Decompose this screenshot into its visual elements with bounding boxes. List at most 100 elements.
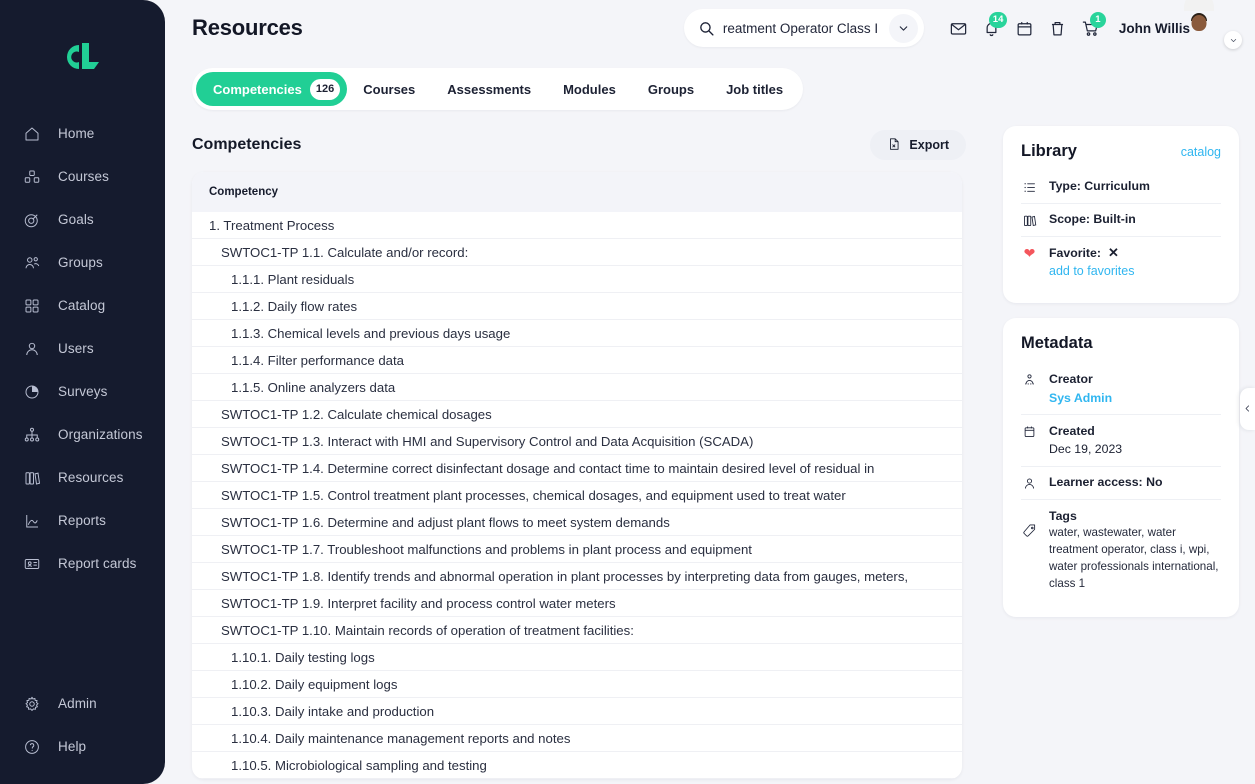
table-row[interactable]: 1.1.4. Filter performance data <box>192 347 962 374</box>
sidebar-item-goals[interactable]: Goals <box>0 198 165 241</box>
tab-job-titles[interactable]: Job titles <box>710 72 799 106</box>
tab-groups[interactable]: Groups <box>632 72 710 106</box>
sidebar-item-label: Users <box>58 341 94 356</box>
tab-assessments[interactable]: Assessments <box>431 72 547 106</box>
table-column-header: Competency <box>192 172 962 212</box>
favorite-body: Favorite: ✕ add to favorites <box>1049 244 1221 278</box>
sidebar-item-groups[interactable]: Groups <box>0 241 165 284</box>
table-row[interactable]: SWTOC1-TP 1.9. Interpret facility and pr… <box>192 590 962 617</box>
grid-icon <box>22 296 41 315</box>
table-row[interactable]: 1.1.1. Plant residuals <box>192 266 962 293</box>
tab-label: Competencies <box>213 81 302 97</box>
sidebar-item-label: Courses <box>58 169 109 184</box>
table-row[interactable]: SWTOC1-TP 1.8. Identify trends and abnor… <box>192 563 962 590</box>
content-split: Competencies Export Competency 1. Treatm… <box>165 110 1255 779</box>
table-row[interactable]: SWTOC1-TP 1.2. Calculate chemical dosage… <box>192 401 962 428</box>
sidebar-item-report-cards[interactable]: Report cards <box>0 542 165 585</box>
table-row[interactable]: SWTOC1-TP 1.7. Troubleshoot malfunctions… <box>192 536 962 563</box>
sidebar-item-catalog[interactable]: Catalog <box>0 284 165 327</box>
creator-value[interactable]: Sys Admin <box>1049 389 1221 407</box>
favorite-label: Favorite: <box>1049 245 1101 260</box>
tab-bar: Competencies 126 Courses Assessments Mod… <box>192 68 804 110</box>
library-card: Library catalog Type: Curriculum Scope: … <box>1003 126 1239 304</box>
sidebar-bottom-nav: Admin Help <box>0 682 165 784</box>
sidebar-item-users[interactable]: Users <box>0 327 165 370</box>
chevron-down-icon[interactable] <box>1224 31 1242 49</box>
library-type-row: Type: Curriculum <box>1021 171 1221 204</box>
pie-chart-icon <box>22 382 41 401</box>
table-row[interactable]: 1.10.4. Daily maintenance management rep… <box>192 725 962 752</box>
search-dropdown-button[interactable] <box>888 13 918 43</box>
table-row[interactable]: 1.1.2. Daily flow rates <box>192 293 962 320</box>
sidebar-item-label: Groups <box>58 255 103 270</box>
sidebar-item-label: Report cards <box>58 556 137 571</box>
export-button[interactable]: Export <box>870 130 966 160</box>
tab-count-badge: 126 <box>309 78 341 100</box>
metadata-tags-row: Tags water, wastewater, water treatment … <box>1021 500 1221 600</box>
org-tree-icon <box>22 425 41 444</box>
catalog-link[interactable]: catalog <box>1181 145 1221 159</box>
add-to-favorites-link[interactable]: add to favorites <box>1049 264 1221 278</box>
section-title: Competencies <box>192 136 302 153</box>
bell-icon[interactable]: 14 <box>975 11 1008 45</box>
sidebar-item-label: Goals <box>58 212 94 227</box>
cart-icon[interactable]: 1 <box>1074 11 1107 45</box>
sidebar-item-admin[interactable]: Admin <box>0 682 165 725</box>
metadata-created-row: Created Dec 19, 2023 <box>1021 415 1221 467</box>
app-logo[interactable] <box>0 26 165 88</box>
favorite-line: Favorite: ✕ <box>1049 244 1221 262</box>
table-row[interactable]: 1.1.3. Chemical levels and previous days… <box>192 320 962 347</box>
sidebar-nav: Home Courses Goals Groups Catalog Users <box>0 112 165 585</box>
avatar[interactable] <box>1184 0 1242 49</box>
creator-icon <box>1021 370 1038 387</box>
sidebar-item-reports[interactable]: Reports <box>0 499 165 542</box>
sidebar-item-resources[interactable]: Resources <box>0 456 165 499</box>
tab-competencies[interactable]: Competencies 126 <box>196 72 348 106</box>
table-row[interactable]: SWTOC1-TP 1.5. Control treatment plant p… <box>192 482 962 509</box>
metadata-card: Metadata Creator Sys Admin Created Dec 1… <box>1003 318 1239 618</box>
cl-logo-icon <box>66 43 99 69</box>
table-row[interactable]: SWTOC1-TP 1.6. Determine and adjust plan… <box>192 509 962 536</box>
table-row[interactable]: 1. Treatment Process <box>192 212 962 239</box>
calendar-icon[interactable] <box>1008 12 1041 45</box>
table-row[interactable]: SWTOC1-TP 1.1. Calculate and/or record: <box>192 239 962 266</box>
heart-icon: ❤ <box>1023 244 1036 261</box>
tab-courses[interactable]: Courses <box>347 72 431 106</box>
learner-access-value: Learner access: No <box>1049 474 1163 489</box>
tabs-row: Competencies 126 Courses Assessments Mod… <box>165 56 1255 110</box>
right-panel: Library catalog Type: Curriculum Scope: … <box>993 110 1255 779</box>
metadata-creator-row: Creator Sys Admin <box>1021 363 1221 415</box>
tab-label: Assessments <box>447 81 532 97</box>
library-scope-value: Scope: Built-in <box>1049 211 1136 226</box>
tab-modules[interactable]: Modules <box>547 72 632 106</box>
table-row[interactable]: SWTOC1-TP 1.10. Maintain records of oper… <box>192 617 962 644</box>
created-body: Created Dec 19, 2023 <box>1049 422 1221 459</box>
table-row[interactable]: 1.10.1. Daily testing logs <box>192 644 962 671</box>
sidebar: Home Courses Goals Groups Catalog Users <box>0 0 165 784</box>
user-menu[interactable]: John Willis <box>1119 0 1242 49</box>
created-value: Dec 19, 2023 <box>1049 442 1123 457</box>
library-scope-row: Scope: Built-in <box>1021 204 1221 237</box>
sidebar-item-help[interactable]: Help <box>0 725 165 768</box>
table-row[interactable]: SWTOC1-TP 1.3. Interact with HMI and Sup… <box>192 428 962 455</box>
search-box[interactable] <box>683 9 924 47</box>
sidebar-item-organizations[interactable]: Organizations <box>0 413 165 456</box>
sidebar-item-courses[interactable]: Courses <box>0 155 165 198</box>
main-area: Resources 14 <box>165 0 1255 784</box>
trash-icon[interactable] <box>1041 12 1074 45</box>
table-row[interactable]: 1.10.2. Daily equipment logs <box>192 671 962 698</box>
collapse-right-panel-button[interactable] <box>1240 388 1255 430</box>
table-row[interactable]: 1.1.5. Online analyzers data <box>192 374 962 401</box>
mail-icon[interactable] <box>942 12 975 45</box>
sidebar-item-label: Help <box>58 739 87 754</box>
search-input[interactable] <box>722 20 881 36</box>
cubes-icon <box>22 167 41 186</box>
table-row[interactable]: 1.10.3. Daily intake and production <box>192 698 962 725</box>
sidebar-item-surveys[interactable]: Surveys <box>0 370 165 413</box>
table-row[interactable]: SWTOC1-TP 1.4. Determine correct disinfe… <box>192 455 962 482</box>
sidebar-item-home[interactable]: Home <box>0 112 165 155</box>
table-row[interactable]: 1.10.5. Microbiological sampling and tes… <box>192 752 962 779</box>
list-icon <box>1021 178 1038 195</box>
metadata-card-header: Metadata <box>1021 334 1221 353</box>
library-favorite-row: ❤ Favorite: ✕ add to favorites <box>1021 237 1221 285</box>
